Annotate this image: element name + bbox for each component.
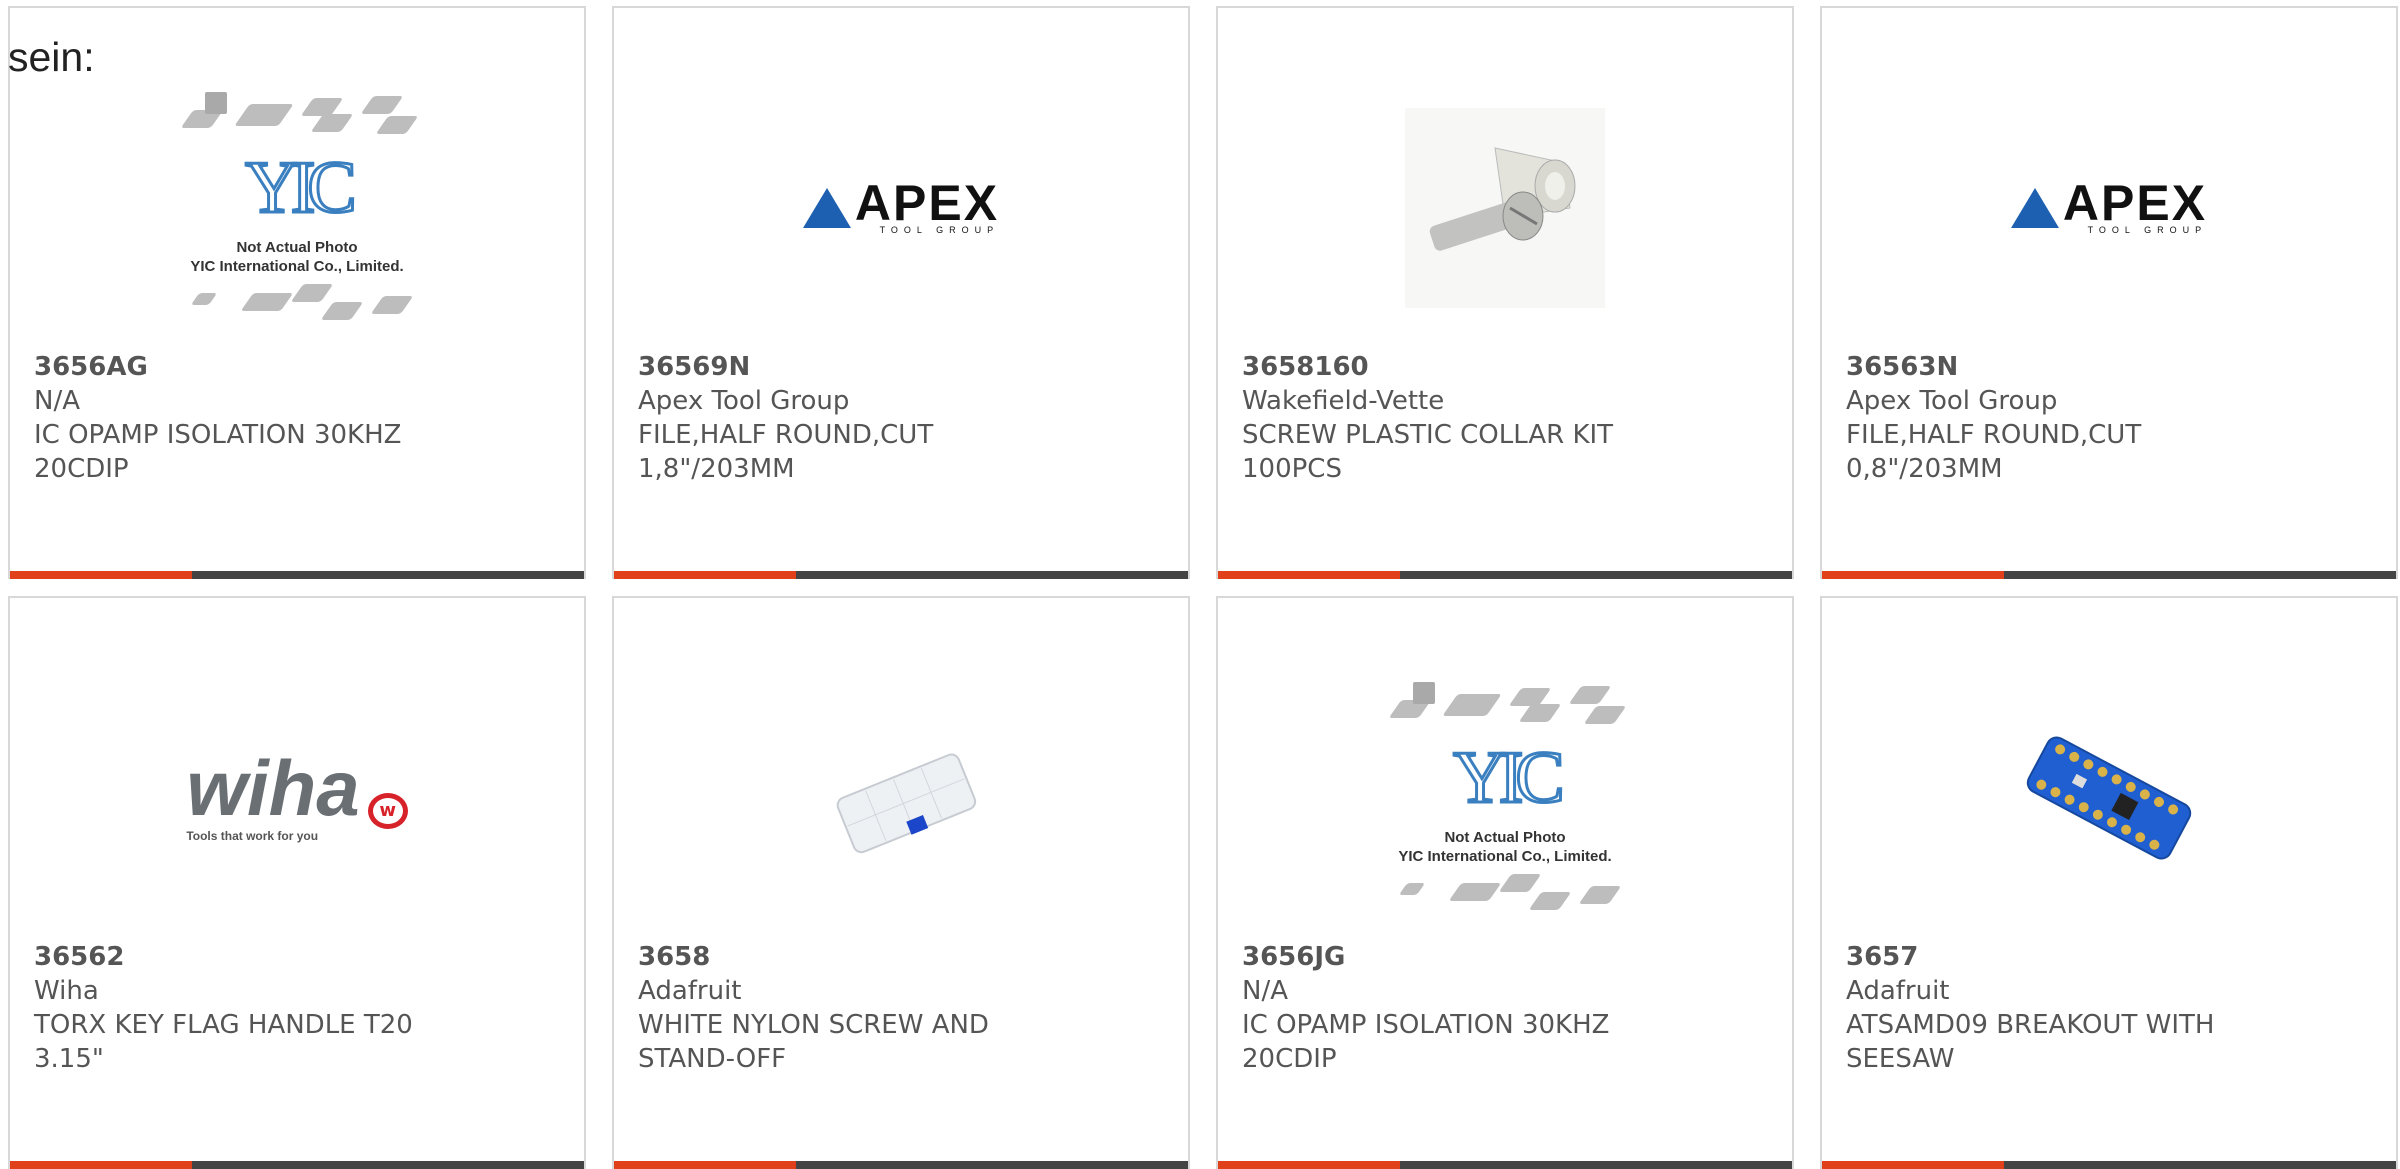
description: FILE,HALF ROUND,CUT 1,8"/203MM xyxy=(638,420,934,484)
nylon-kit-photo xyxy=(801,698,1001,898)
description: ATSAMD09 BREAKOUT WITH SEESAW xyxy=(1846,1010,2215,1074)
part-number[interactable]: 3656JG xyxy=(1242,940,1772,974)
card-bar xyxy=(614,571,1188,579)
card-bar xyxy=(10,571,584,579)
description: IC OPAMP ISOLATION 30KHZ 20CDIP xyxy=(34,420,402,484)
description: TORX KEY FLAG HANDLE T20 3.15" xyxy=(34,1010,413,1074)
manufacturer: Wakefield-Vette xyxy=(1242,386,1445,416)
manufacturer: Apex Tool Group xyxy=(638,386,850,416)
product-image[interactable]: YIC Not Actual Photo YIC International C… xyxy=(1218,653,1792,943)
manufacturer: N/A xyxy=(1242,976,1288,1006)
apex-logo-icon: APEX TOOL GROUP xyxy=(802,178,999,235)
card-bar xyxy=(1822,571,2396,579)
product-card[interactable]: 3658 Adafruit WHITE NYLON SCREW AND STAN… xyxy=(612,596,1190,1169)
product-card[interactable]: YIC Not Actual Photo YIC International C… xyxy=(8,6,586,579)
product-image[interactable]: YIC Not Actual Photo YIC International C… xyxy=(10,63,584,353)
product-image[interactable]: APEX TOOL GROUP xyxy=(614,63,1188,353)
product-image[interactable] xyxy=(1822,653,2396,943)
product-image[interactable]: wiha w Tools that work for you xyxy=(10,653,584,943)
product-card[interactable]: YIC Not Actual Photo YIC International C… xyxy=(1216,596,1794,1169)
manufacturer: N/A xyxy=(34,386,80,416)
yic-placeholder-icon: YIC Not Actual Photo YIC International C… xyxy=(1375,678,1635,918)
yic-placeholder-icon: YIC Not Actual Photo YIC International C… xyxy=(167,88,427,328)
product-card[interactable]: 3657 Adafruit ATSAMD09 BREAKOUT WITH SEE… xyxy=(1820,596,2398,1169)
breakout-board-photo xyxy=(2009,698,2209,898)
part-number[interactable]: 36562 xyxy=(34,940,564,974)
product-card[interactable]: APEX TOOL GROUP 36563N Apex Tool Group FI… xyxy=(1820,6,2398,579)
card-bar xyxy=(1822,1161,2396,1169)
wiha-logo-icon: wiha w Tools that work for you xyxy=(186,749,408,843)
card-bar xyxy=(10,1161,584,1169)
product-card[interactable]: 3658160 Wakefield-Vette SCREW PLASTIC CO… xyxy=(1216,6,1794,579)
manufacturer: Wiha xyxy=(34,976,99,1006)
apex-logo-icon: APEX TOOL GROUP xyxy=(2010,178,2207,235)
product-image[interactable] xyxy=(614,653,1188,943)
description: SCREW PLASTIC COLLAR KIT 100PCS xyxy=(1242,420,1614,484)
manufacturer: Adafruit xyxy=(1846,976,1950,1006)
product-image[interactable]: APEX TOOL GROUP xyxy=(1822,63,2396,353)
card-bar xyxy=(1218,571,1792,579)
part-number[interactable]: 36569N xyxy=(638,350,1168,384)
part-number[interactable]: 3658 xyxy=(638,940,1168,974)
manufacturer: Apex Tool Group xyxy=(1846,386,2058,416)
product-card[interactable]: APEX TOOL GROUP 36569N Apex Tool Group FI… xyxy=(612,6,1190,579)
product-card[interactable]: wiha w Tools that work for you 36562 Wiha… xyxy=(8,596,586,1169)
description: IC OPAMP ISOLATION 30KHZ 20CDIP xyxy=(1242,1010,1610,1074)
part-number[interactable]: 3658160 xyxy=(1242,350,1772,384)
description: WHITE NYLON SCREW AND STAND-OFF xyxy=(638,1010,989,1074)
part-number[interactable]: 36563N xyxy=(1846,350,2376,384)
part-number[interactable]: 3656AG xyxy=(34,350,564,384)
card-bar xyxy=(614,1161,1188,1169)
description: FILE,HALF ROUND,CUT 0,8"/203MM xyxy=(1846,420,2142,484)
manufacturer: Adafruit xyxy=(638,976,742,1006)
card-bar xyxy=(1218,1161,1792,1169)
screw-photo xyxy=(1405,108,1605,308)
intro-text: sein: xyxy=(8,34,95,80)
part-number[interactable]: 3657 xyxy=(1846,940,2376,974)
product-image[interactable] xyxy=(1218,63,1792,353)
